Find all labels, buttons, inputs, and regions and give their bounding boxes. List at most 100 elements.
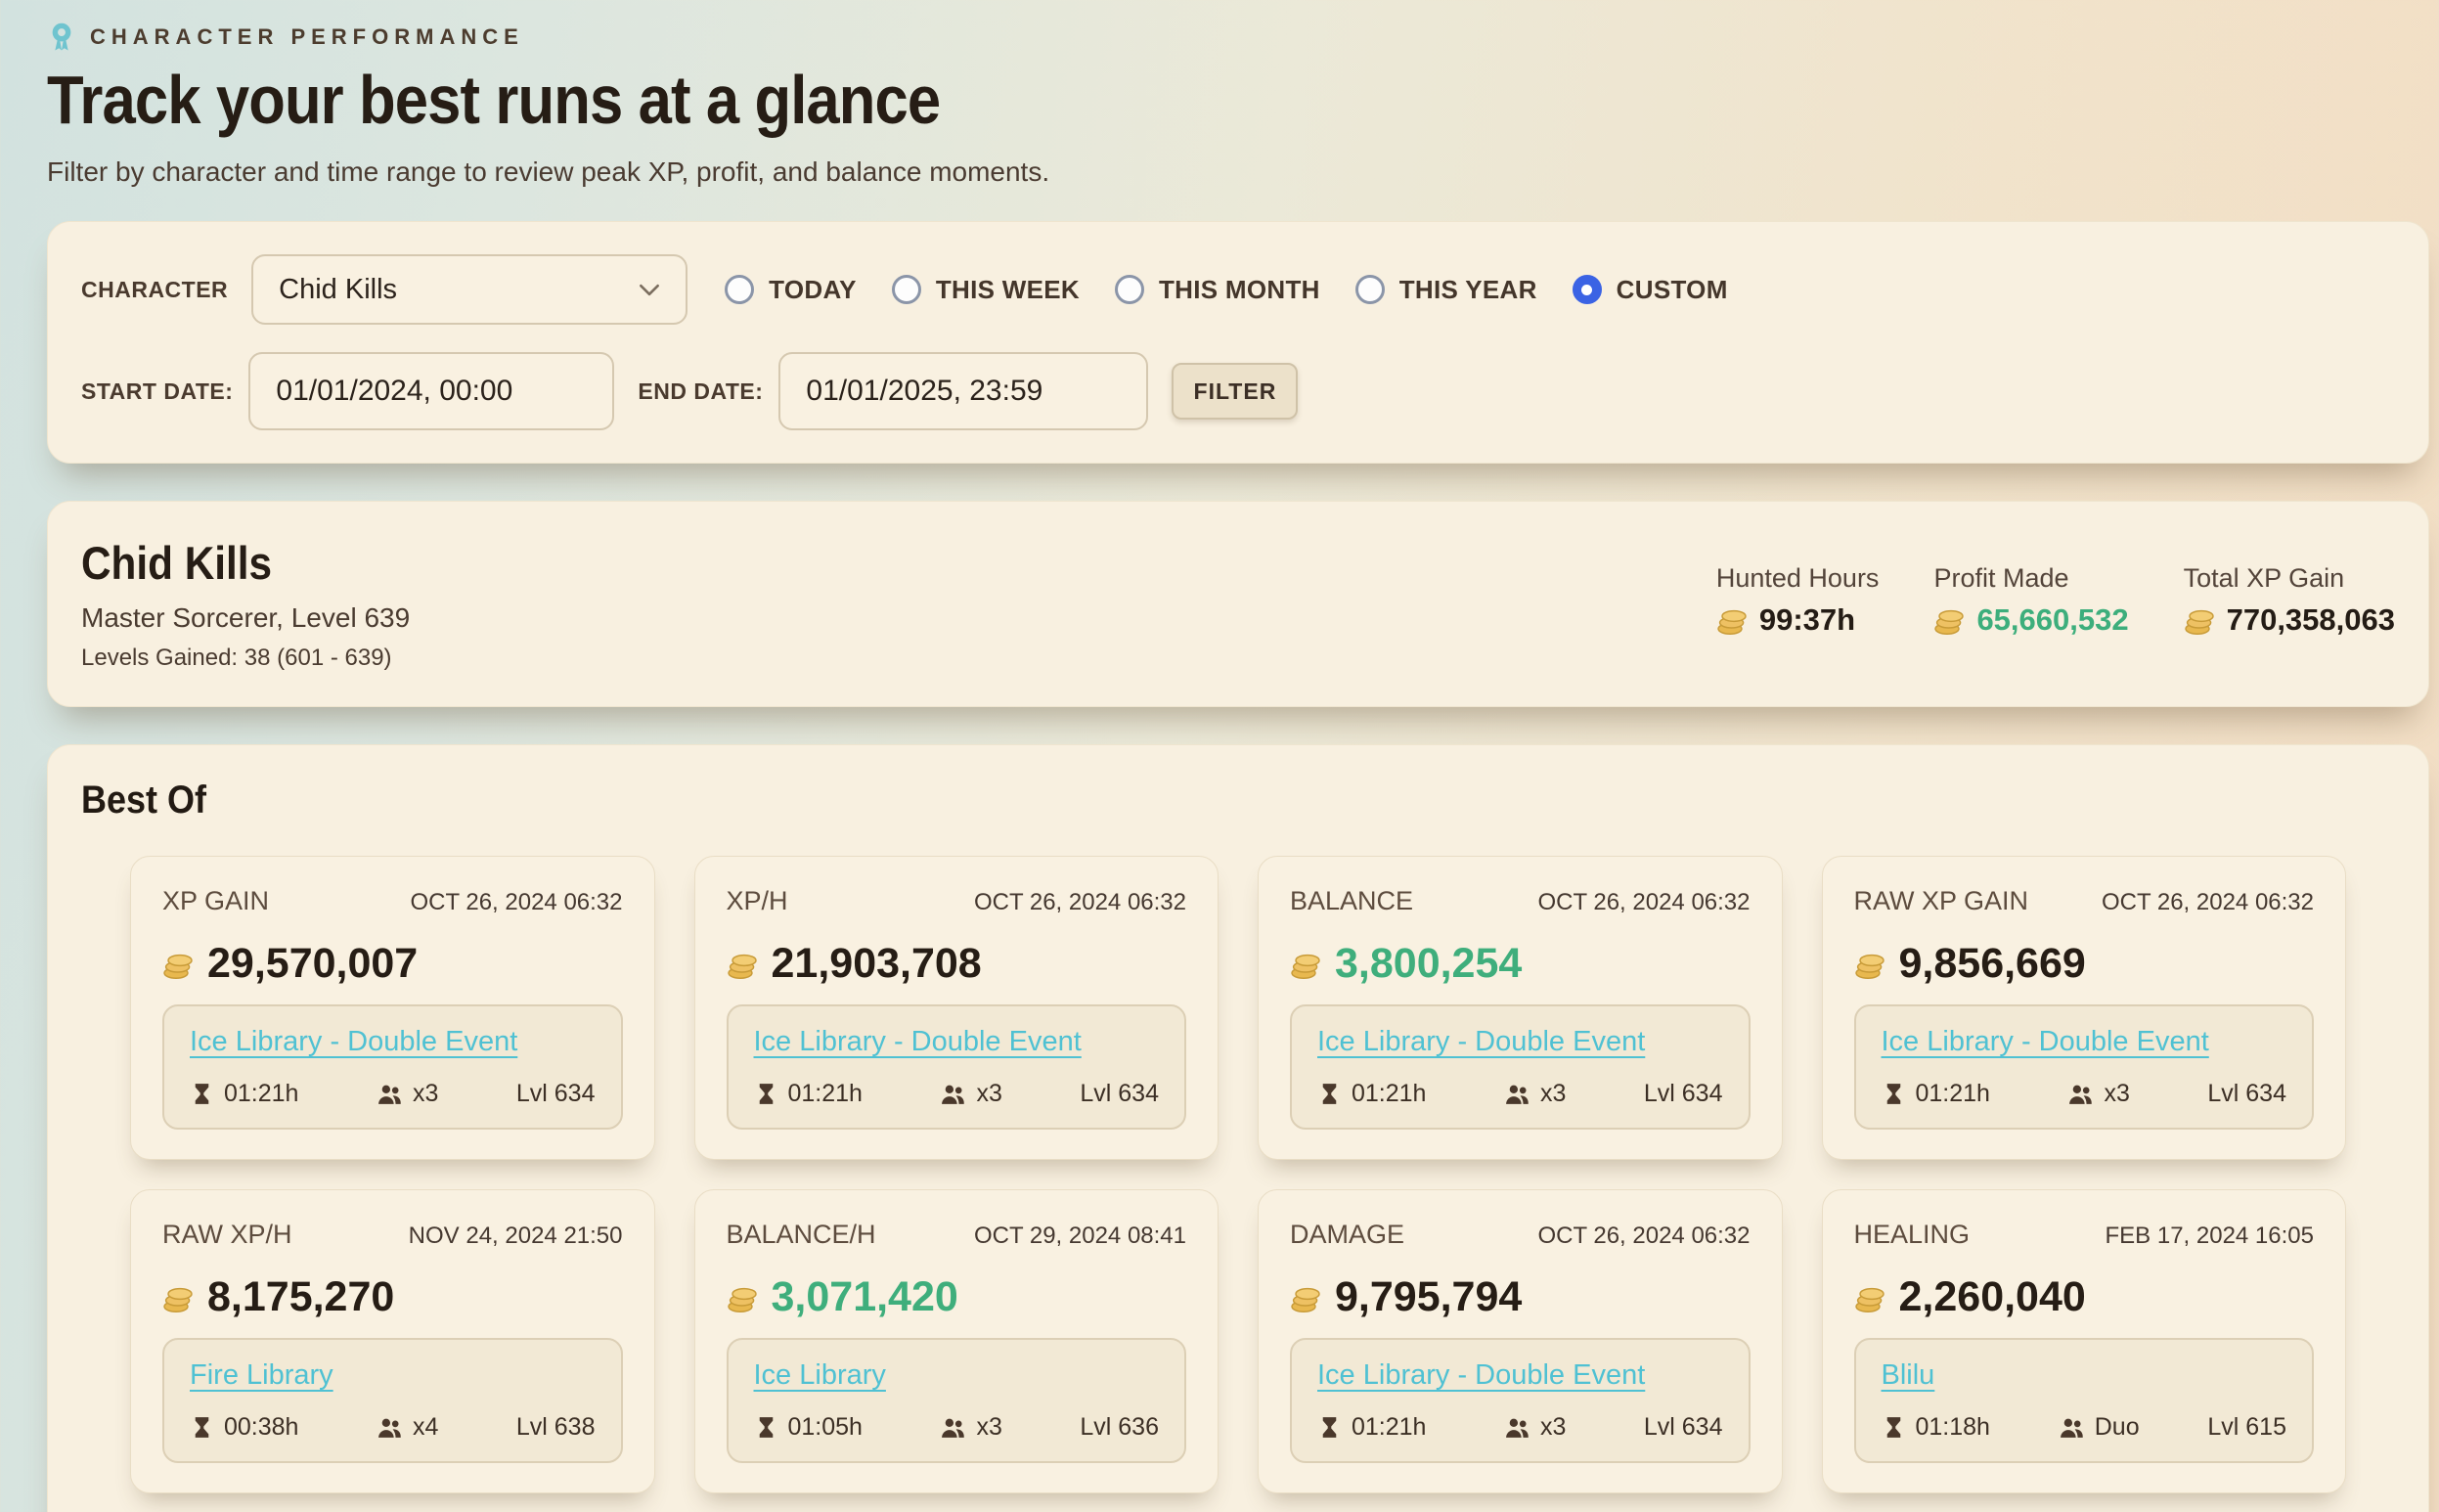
hourglass-icon [754,1415,778,1440]
card-metric-label: XP/H [727,886,788,916]
hunt-session: Fire Library 00:38h x4 Lvl 638 [162,1338,623,1463]
card-date: OCT 26, 2024 06:32 [974,889,1186,916]
hunt-duration: 01:05h [754,1413,863,1442]
card-value: 9,795,794 [1290,1273,1751,1321]
hourglass-icon [1882,1415,1906,1440]
card-date: OCT 26, 2024 06:32 [2102,889,2314,916]
start-date-input[interactable] [248,352,614,430]
hunt-location-link[interactable]: Ice Library [754,1359,886,1391]
hunt-location-link[interactable]: Blilu [1882,1359,1935,1391]
hunt-session: Ice Library - Double Event 01:21h x3 Lvl… [162,1004,623,1130]
card-value: 8,175,270 [162,1273,623,1321]
stat-total-xp-gain: Total XP Gain 770,358,063 [2184,563,2395,672]
party-icon [377,1083,403,1105]
card-value: 3,071,420 [727,1273,1187,1321]
card-date: OCT 26, 2024 06:32 [1537,889,1750,916]
character-label: CHARACTER [81,277,228,303]
card-value: 21,903,708 [727,940,1187,988]
coins-icon [727,1282,762,1313]
card-date: OCT 26, 2024 06:32 [1537,1223,1750,1250]
hourglass-icon [1882,1082,1906,1106]
best-of-card: XP GAIN OCT 26, 2024 06:32 29,570,007 Ic… [130,856,655,1160]
best-of-heading: Best Of [81,778,2163,823]
end-date-input[interactable] [778,352,1148,430]
best-of-grid: XP GAIN OCT 26, 2024 06:32 29,570,007 Ic… [130,856,2346,1493]
hunt-location-link[interactable]: Ice Library - Double Event [1317,1026,1645,1057]
card-value: 2,260,040 [1854,1273,2315,1321]
hunt-location-link[interactable]: Ice Library - Double Event [1882,1026,2209,1057]
summary-stats: Hunted Hours 99:37h Profit Made 65,660,5… [1716,563,2395,672]
radio-option-this-month[interactable]: THIS MONTH [1115,275,1320,305]
stat-value: 770,358,063 [2184,602,2395,638]
end-date-label: END DATE: [638,378,763,405]
radio-option-this-week[interactable]: THIS WEEK [892,275,1080,305]
hunt-level: Lvl 615 [2207,1413,2286,1442]
hunt-duration: 01:21h [1882,1080,1990,1108]
hunt-session: Ice Library 01:05h x3 Lvl 636 [727,1338,1187,1463]
stat-value: 65,660,532 [1933,602,2128,638]
radio-option-this-year[interactable]: THIS YEAR [1355,275,1537,305]
character-name: Chid Kills [81,536,377,590]
page-title: Track your best runs at a glance [47,61,2144,139]
time-range-group: TODAY THIS WEEK THIS MONTH THIS YEAR CUS… [725,275,1728,305]
hunt-level: Lvl 634 [2207,1080,2286,1108]
filter-button[interactable]: FILTER [1172,363,1298,420]
card-date: NOV 24, 2024 21:50 [409,1223,623,1250]
filter-panel: CHARACTER Chid Kills TODAY THIS WEEK [47,221,2429,464]
hunt-session: Ice Library - Double Event 01:21h x3 Lvl… [1854,1004,2315,1130]
filter-row-character: CHARACTER Chid Kills TODAY THIS WEEK [81,254,2395,325]
eyebrow-label: CHARACTER PERFORMANCE [90,24,524,50]
card-date: FEB 17, 2024 16:05 [2106,1223,2315,1250]
hunt-location-link[interactable]: Ice Library - Double Event [754,1026,1082,1057]
radio-this-year [1355,275,1385,304]
coins-icon [162,1282,198,1313]
hunt-level: Lvl 634 [1080,1080,1159,1108]
party-icon [377,1416,403,1439]
character-identity: Chid Kills Master Sorcerer, Level 639 Le… [81,536,410,672]
party-icon [940,1083,966,1105]
party-icon [1504,1416,1530,1439]
card-metric-label: BALANCE/H [727,1220,876,1250]
best-of-panel: Best Of XP GAIN OCT 26, 2024 06:32 29,57… [47,744,2429,1512]
hunt-party-size: x3 [1504,1080,1566,1108]
radio-option-today[interactable]: TODAY [725,275,857,305]
hunt-location-link[interactable]: Ice Library - Double Event [1317,1359,1645,1391]
hunt-party-size: x4 [377,1413,438,1442]
coins-icon [1716,604,1752,636]
radio-option-custom[interactable]: CUSTOM [1573,275,1728,305]
stat-hunted-hours: Hunted Hours 99:37h [1716,563,1880,672]
hunt-duration: 01:18h [1882,1413,1990,1442]
best-of-card: BALANCE/H OCT 29, 2024 08:41 3,071,420 I… [694,1189,1220,1493]
party-icon [2059,1416,2085,1439]
hunt-location-link[interactable]: Ice Library - Double Event [190,1026,517,1057]
hunt-level: Lvl 638 [516,1413,596,1442]
best-of-card: HEALING FEB 17, 2024 16:05 2,260,040 Bli… [1822,1189,2347,1493]
hunt-duration: 01:21h [190,1080,298,1108]
hunt-location-link[interactable]: Fire Library [190,1359,333,1391]
start-date-label: START DATE: [81,378,233,405]
page-subtitle: Filter by character and time range to re… [47,156,2429,188]
hunt-party-size: Duo [2059,1413,2140,1442]
hunt-party-size: x3 [940,1080,1001,1108]
chevron-down-icon [639,284,660,296]
hourglass-icon [1317,1082,1342,1106]
hunt-duration: 00:38h [190,1413,298,1442]
hunt-party-size: x3 [2067,1080,2129,1108]
coins-icon [1854,949,1889,980]
page-header: CHARACTER PERFORMANCE [47,22,2429,53]
medal-icon [47,22,76,53]
hunt-level: Lvl 634 [1644,1080,1723,1108]
hunt-level: Lvl 634 [1644,1413,1723,1442]
stat-profit-made: Profit Made 65,660,532 [1933,563,2128,672]
best-of-card: DAMAGE OCT 26, 2024 06:32 9,795,794 Ice … [1258,1189,1783,1493]
character-select[interactable]: Chid Kills [251,254,687,325]
hunt-duration: 01:21h [1317,1413,1426,1442]
coins-icon [1290,949,1325,980]
card-metric-label: RAW XP GAIN [1854,886,2029,916]
hourglass-icon [754,1082,778,1106]
hunt-party-size: x3 [1504,1413,1566,1442]
hunt-duration: 01:21h [1317,1080,1426,1108]
coins-icon [1290,1282,1325,1313]
card-value: 9,856,669 [1854,940,2315,988]
coins-icon [2184,604,2219,636]
